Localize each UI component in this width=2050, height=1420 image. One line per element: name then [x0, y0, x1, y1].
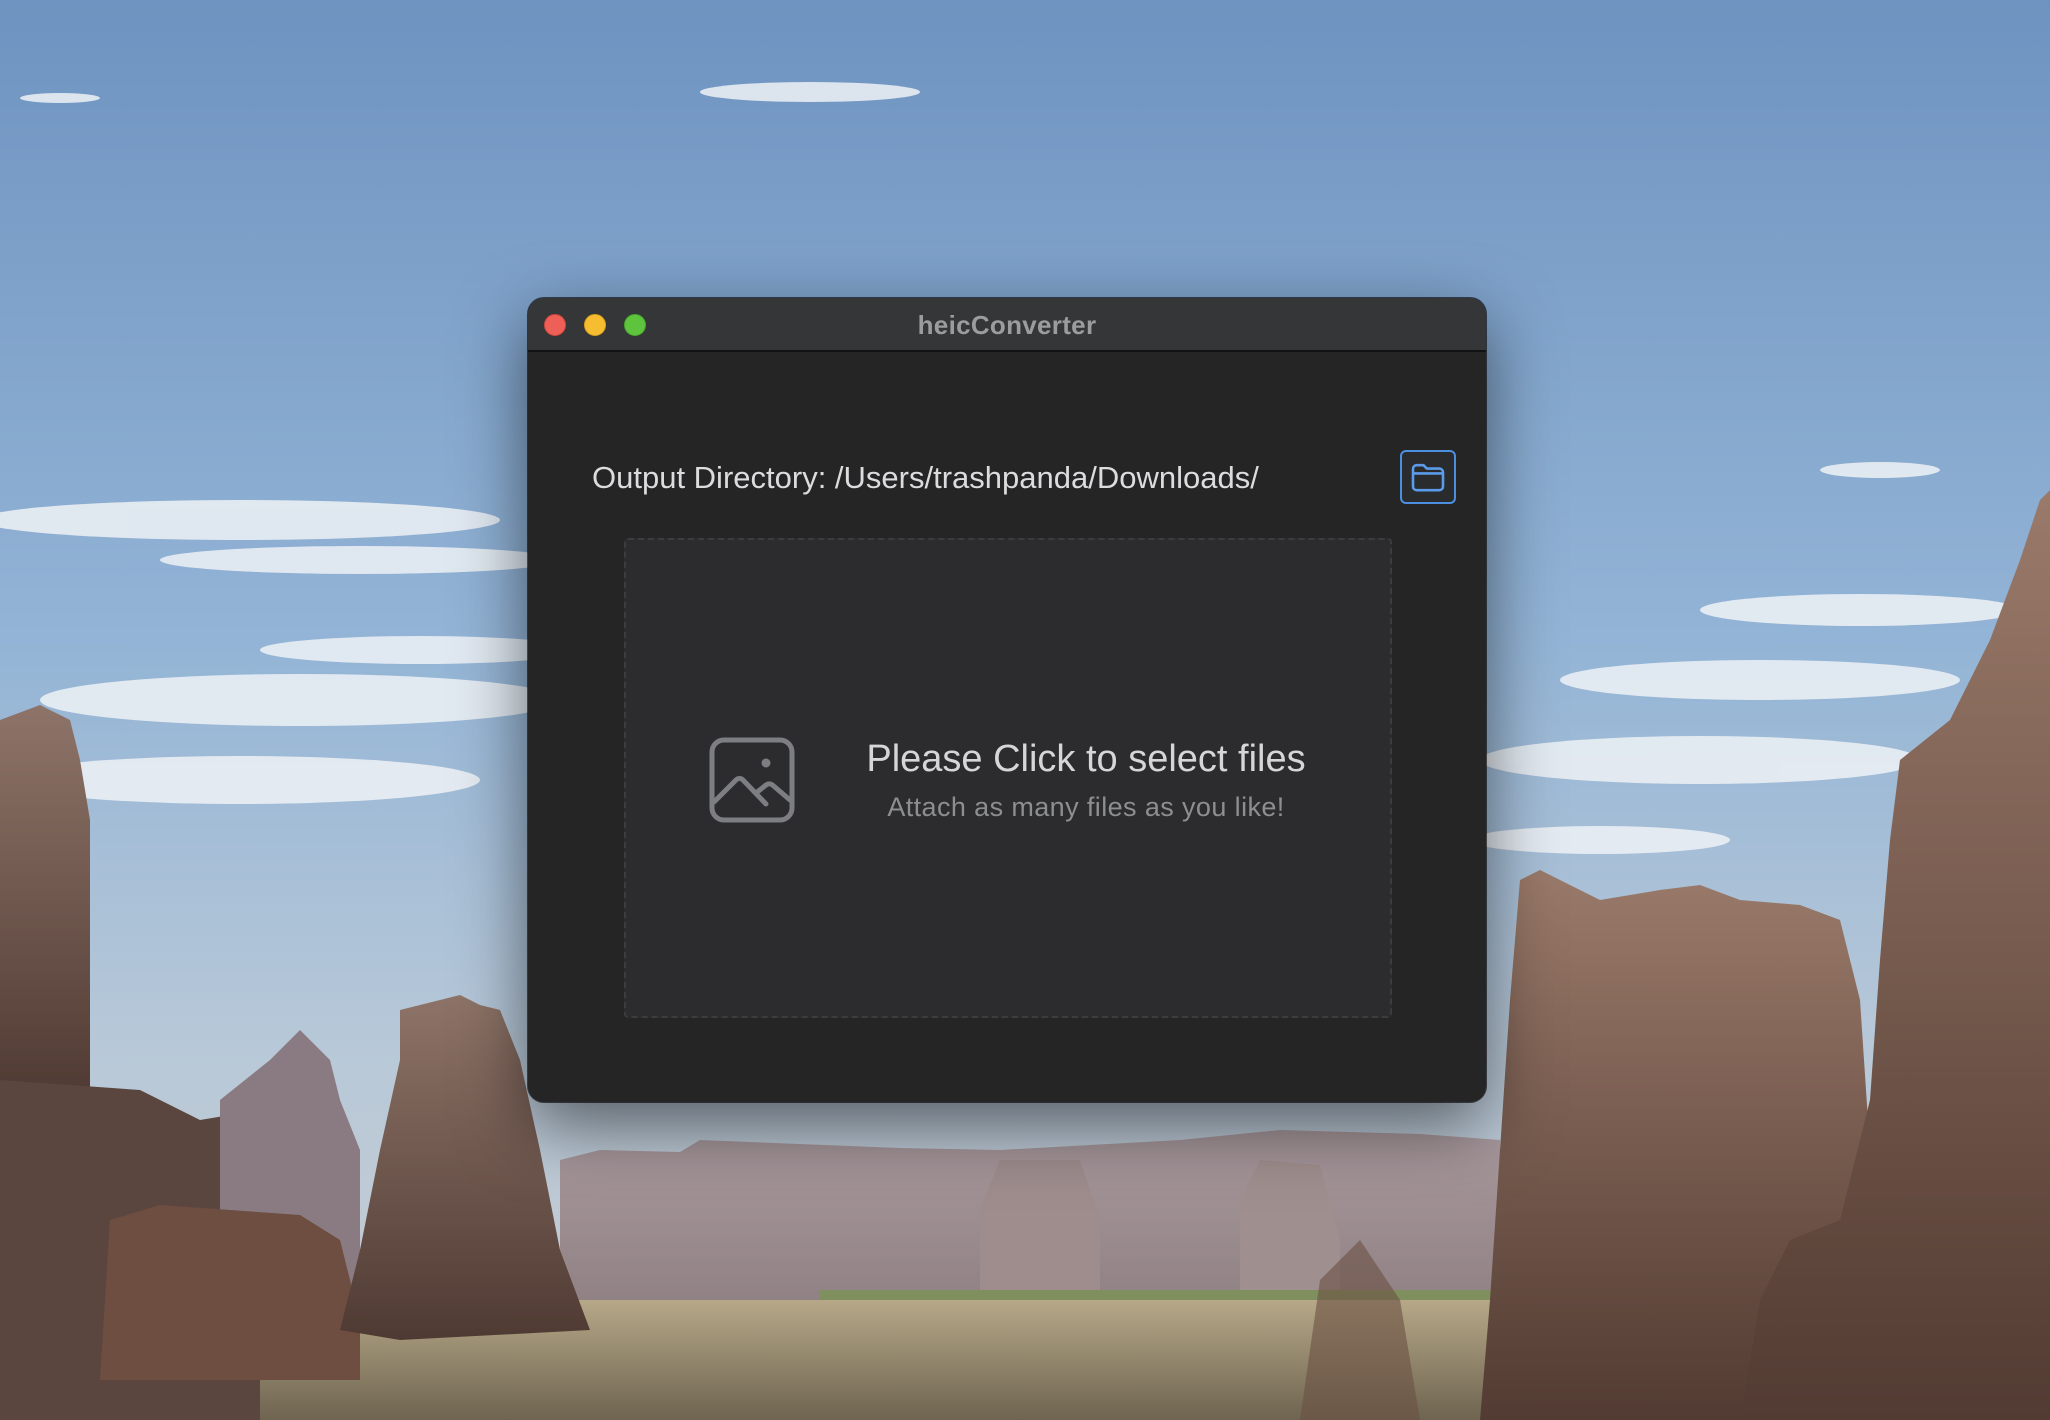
drop-zone-subtitle: Attach as many files as you like! [887, 792, 1285, 822]
drop-zone-title: Please Click to select files [866, 738, 1306, 780]
output-directory-label: Output Directory: /Users/trashpanda/Down… [592, 460, 1259, 495]
app-window: heicConverter Output Directory: /Users/t… [528, 298, 1486, 1102]
title-bar[interactable]: heicConverter [528, 298, 1486, 352]
output-directory-row: Output Directory: /Users/trashpanda/Down… [592, 448, 1456, 508]
file-drop-zone[interactable]: Please Click to select files Attach as m… [624, 538, 1392, 1018]
window-title: heicConverter [917, 310, 1097, 340]
choose-folder-button[interactable] [1400, 450, 1456, 504]
folder-icon [1411, 463, 1445, 492]
image-icon [709, 737, 795, 823]
